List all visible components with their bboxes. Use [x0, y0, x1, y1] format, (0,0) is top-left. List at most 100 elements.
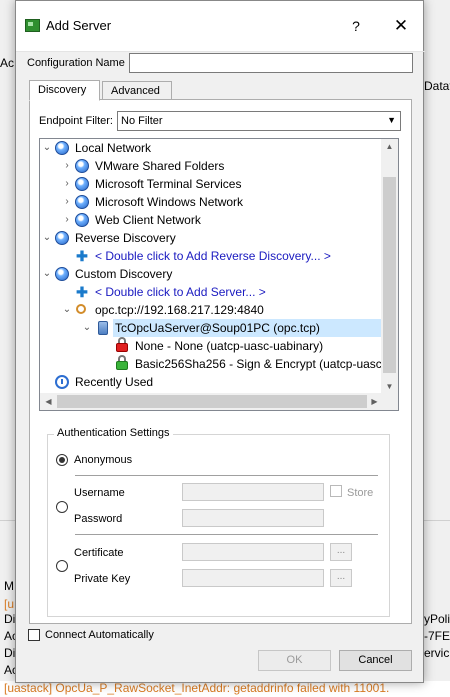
- scroll-left-icon[interactable]: ◀: [40, 397, 57, 406]
- network-globe-icon: [75, 177, 89, 191]
- anonymous-label: Anonymous: [74, 454, 133, 466]
- bg-left-text: Di: [4, 612, 16, 626]
- auth-group-label: Authentication Settings: [54, 427, 173, 439]
- chevron-down-icon[interactable]: ⌄: [81, 319, 93, 337]
- tree-item-web-client[interactable]: › Web Client Network: [40, 211, 382, 229]
- bg-status-line: [uastack] OpcUa_P_RawSocket_InetAddr: ge…: [0, 681, 450, 697]
- tree-item-ms-terminal[interactable]: › Microsoft Terminal Services: [40, 175, 382, 193]
- tree-item-label: Reverse Discovery: [75, 231, 176, 245]
- tree-item-reverse-discovery[interactable]: ⌄ Reverse Discovery: [40, 229, 382, 247]
- network-globe-icon: [55, 267, 69, 281]
- tree-item-label: < Double click to Add Server... >: [95, 285, 266, 299]
- title-separator: [16, 51, 425, 52]
- server-tree[interactable]: ⌄ Local Network › VMware Shared Folders …: [39, 138, 399, 411]
- network-globe-icon: [55, 231, 69, 245]
- scroll-down-icon[interactable]: ▼: [381, 382, 398, 391]
- private-key-label: Private Key: [74, 573, 131, 585]
- private-key-browse-button[interactable]: ...: [330, 569, 352, 587]
- bg-right-text: -7FE1: [424, 629, 450, 643]
- tree-item-endpoint-basic[interactable]: Basic256Sha256 - Sign & Encrypt (uatcp-u…: [40, 355, 382, 373]
- endpoint-filter-select[interactable]: No Filter ▼: [117, 111, 401, 131]
- chevron-down-icon[interactable]: ⌄: [41, 139, 53, 157]
- bg-left-text: [u: [4, 597, 15, 611]
- tree-item-label: opc.tcp://192.168.217.129:4840: [95, 303, 264, 317]
- chevron-right-icon[interactable]: ›: [61, 193, 73, 211]
- tree-item-add-server[interactable]: ✚ < Double click to Add Server... >: [40, 283, 382, 301]
- scroll-up-icon[interactable]: ▲: [381, 142, 398, 151]
- tree-item-opc-url[interactable]: ⌄ opc.tcp://192.168.217.129:4840: [40, 301, 382, 319]
- password-field[interactable]: [182, 509, 324, 527]
- tree-item-label: Local Network: [75, 141, 152, 155]
- bg-divider: [424, 520, 450, 521]
- scroll-corner: [381, 393, 398, 410]
- cancel-button[interactable]: Cancel: [339, 650, 412, 671]
- dialog-title: Add Server: [46, 18, 112, 33]
- vertical-scrollbar[interactable]: ▲ ▼: [381, 139, 398, 395]
- tree-item-label: TcOpcUaServer@Soup01PC (opc.tcp): [113, 319, 382, 337]
- anonymous-radio[interactable]: [56, 454, 68, 466]
- search-icon: [76, 304, 86, 314]
- tree-item-label: Basic256Sha256 - Sign & Encrypt (uatcp-u…: [135, 357, 382, 371]
- add-server-dialog: Add Server ? ✕ Configuration Name Discov…: [15, 0, 425, 683]
- chevron-down-icon[interactable]: ⌄: [41, 265, 53, 283]
- store-label: Store: [347, 487, 374, 499]
- config-name-label: Configuration Name: [27, 57, 125, 69]
- tab-advanced[interactable]: Advanced: [102, 81, 172, 101]
- tree-item-local-network[interactable]: ⌄ Local Network: [40, 139, 382, 157]
- chevron-right-icon[interactable]: ›: [61, 157, 73, 175]
- certificate-radio[interactable]: [56, 560, 68, 572]
- chevron-down-icon[interactable]: ⌄: [41, 229, 53, 247]
- username-radio[interactable]: [56, 501, 68, 513]
- network-globe-icon: [75, 195, 89, 209]
- discovery-panel: Endpoint Filter: No Filter ▼ ⌄ Local Net…: [29, 99, 412, 624]
- ok-button[interactable]: OK: [258, 650, 331, 671]
- tree-item-label: Microsoft Windows Network: [95, 195, 244, 209]
- add-icon: ✚: [76, 284, 88, 300]
- scrollbar-thumb[interactable]: [383, 177, 396, 373]
- tree-item-label: None - None (uatcp-uasc-uabinary): [135, 339, 324, 353]
- config-name-input[interactable]: [129, 53, 413, 73]
- scrollbar-thumb[interactable]: [57, 395, 367, 408]
- tab-discovery[interactable]: Discovery: [29, 80, 100, 101]
- authentication-group: Authentication Settings Anonymous Userna…: [47, 427, 390, 617]
- connect-automatically-checkbox[interactable]: [28, 629, 40, 641]
- auth-divider: [75, 534, 378, 535]
- bg-right-text: yPolic: [424, 612, 450, 626]
- connect-automatically-label: Connect Automatically: [45, 629, 154, 641]
- network-globe-icon: [75, 213, 89, 227]
- certificate-field[interactable]: [182, 543, 324, 561]
- chevron-right-icon[interactable]: ›: [61, 175, 73, 193]
- tree-item-label: Recently Used: [75, 375, 154, 389]
- username-field[interactable]: [182, 483, 324, 501]
- tree-item-recently-used[interactable]: Recently Used: [40, 373, 382, 391]
- tree-item-ms-windows[interactable]: › Microsoft Windows Network: [40, 193, 382, 211]
- lock-red-icon: [116, 337, 128, 352]
- tree-item-label: Web Client Network: [95, 213, 201, 227]
- private-key-field[interactable]: [182, 569, 324, 587]
- chevron-right-icon[interactable]: ›: [61, 211, 73, 229]
- server-icon: [98, 321, 108, 335]
- username-label: Username: [74, 487, 125, 499]
- horizontal-scrollbar[interactable]: ◀ ▶: [40, 393, 383, 410]
- store-checkbox[interactable]: [330, 485, 342, 497]
- tree-item-endpoint-none[interactable]: None - None (uatcp-uasc-uabinary): [40, 337, 382, 355]
- chevron-down-icon[interactable]: ⌄: [61, 301, 73, 319]
- dropdown-arrow-icon: ▼: [387, 115, 396, 125]
- close-button[interactable]: ✕: [390, 15, 412, 37]
- app-icon: [25, 19, 40, 32]
- bg-left-text: M: [4, 579, 14, 593]
- certificate-browse-button[interactable]: ...: [330, 543, 352, 561]
- bg-left-text: Ac: [0, 56, 15, 70]
- tree-item-vmware[interactable]: › VMware Shared Folders: [40, 157, 382, 175]
- help-button[interactable]: ?: [346, 15, 366, 37]
- tree-item-label: Microsoft Terminal Services: [95, 177, 242, 191]
- tree-item-add-reverse[interactable]: ✚ < Double click to Add Reverse Discover…: [40, 247, 382, 265]
- tree-item-custom-discovery[interactable]: ⌄ Custom Discovery: [40, 265, 382, 283]
- tree-item-label: < Double click to Add Reverse Discovery.…: [95, 249, 331, 263]
- network-globe-icon: [75, 159, 89, 173]
- endpoint-filter-value: No Filter: [121, 115, 163, 127]
- bg-divider: [0, 520, 15, 521]
- tree-item-server[interactable]: ⌄ TcOpcUaServer@Soup01PC (opc.tcp): [40, 319, 382, 337]
- password-label: Password: [74, 513, 123, 525]
- title-bar: Add Server ? ✕: [16, 1, 423, 51]
